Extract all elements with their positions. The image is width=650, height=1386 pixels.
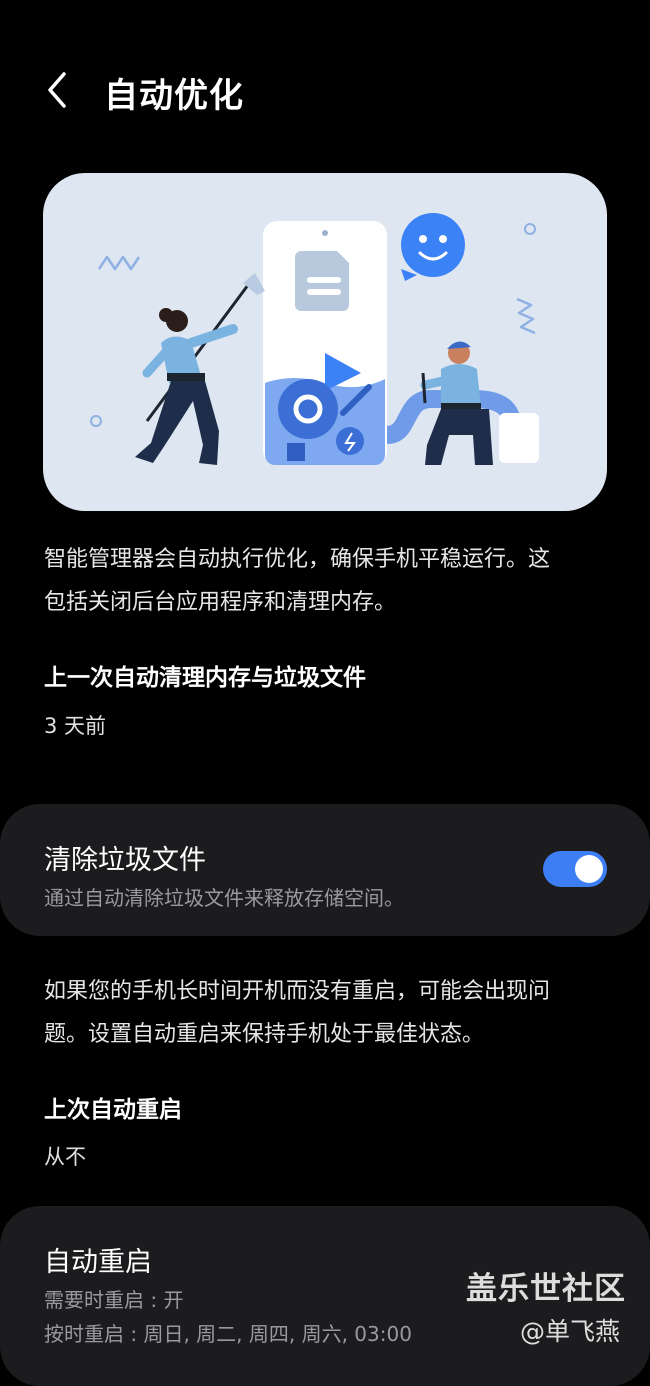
hero-illustration	[43, 173, 607, 511]
restart-description-line1: 如果您的手机长时间开机而没有重启，可能会出现问	[44, 979, 551, 1004]
last-clean-label: 上一次自动清理内存与垃圾文件	[44, 665, 366, 691]
last-clean-value: 3 天前	[44, 714, 107, 738]
toggle-knob	[575, 855, 603, 883]
app-header: 自动优化	[0, 40, 650, 140]
optimize-description-line2: 包括关闭后台应用程序和清理内存。	[44, 590, 397, 615]
last-restart-value: 从不	[44, 1145, 86, 1169]
restart-description: 如果您的手机长时间开机而没有重启，可能会出现问 题。设置自动重启来保持手机处于最…	[44, 970, 614, 1056]
optimize-description: 智能管理器会自动执行优化，确保手机平稳运行。这 包括关闭后台应用程序和清理内存。	[44, 538, 614, 624]
auto-restart-schedule: 按时重启 : 周日, 周二, 周四, 周六, 03:00	[44, 1322, 412, 1346]
back-button[interactable]	[30, 62, 86, 118]
page-title: 自动优化	[104, 76, 244, 116]
chevron-left-icon	[48, 72, 66, 108]
smiley-bubble-icon	[401, 213, 465, 281]
clear-junk-title: 清除垃圾文件	[44, 845, 206, 876]
clear-junk-toggle[interactable]	[543, 851, 607, 887]
restart-description-line2: 题。设置自动重启来保持手机处于最佳状态。	[44, 1022, 485, 1047]
clear-junk-card[interactable]: 清除垃圾文件 通过自动清除垃圾文件来释放存储空间。	[0, 804, 650, 936]
last-restart-label: 上次自动重启	[44, 1097, 182, 1123]
auto-restart-when-needed: 需要时重启 : 开	[44, 1288, 184, 1312]
auto-restart-title: 自动重启	[44, 1247, 152, 1278]
watermark-community: 盖乐世社区	[466, 1271, 626, 1307]
optimize-description-line1: 智能管理器会自动执行优化，确保手机平稳运行。这	[44, 547, 551, 572]
clear-junk-subtitle: 通过自动清除垃圾文件来释放存储空间。	[44, 886, 404, 910]
watermark-author: @单飞燕	[520, 1317, 621, 1346]
